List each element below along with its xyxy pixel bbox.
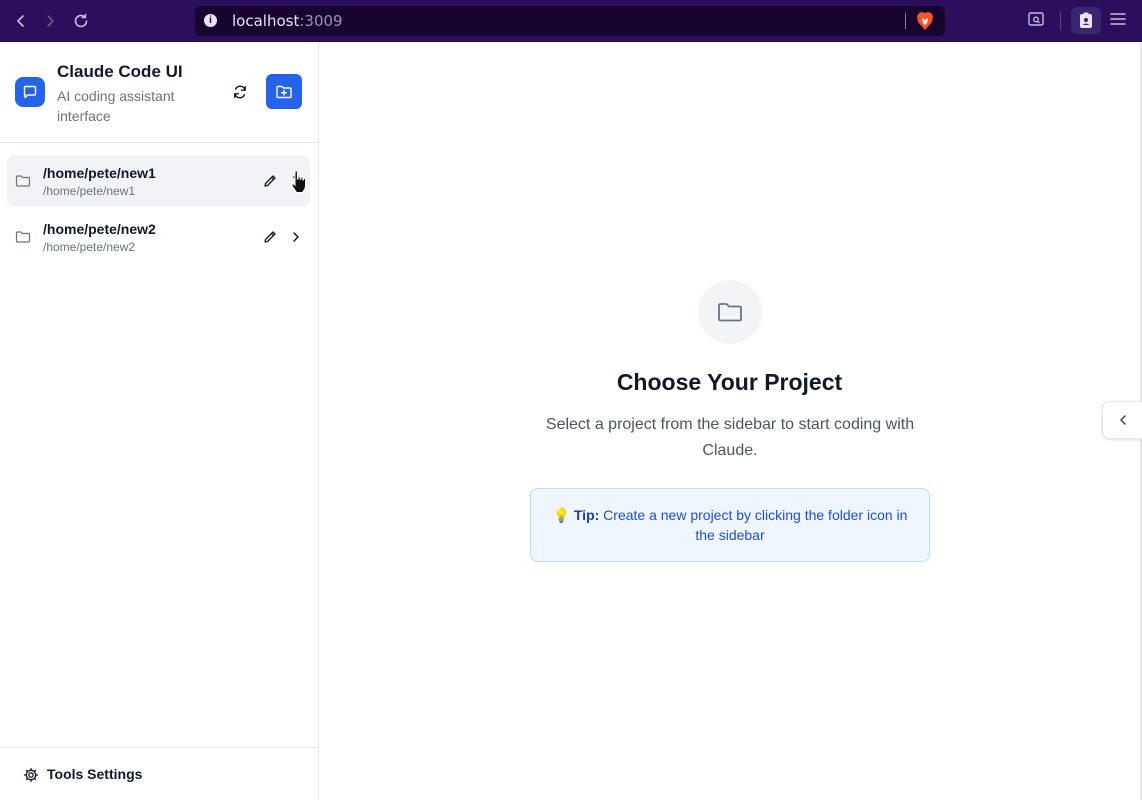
screenshot-icon[interactable]	[1026, 9, 1046, 34]
app-subtitle: AI coding assistant interface	[57, 88, 175, 124]
chevron-right-icon[interactable]	[288, 229, 304, 245]
wallet-icon[interactable]	[1071, 7, 1101, 34]
tools-settings-label: Tools Settings	[47, 766, 143, 782]
project-path: /home/pete/new2	[43, 240, 136, 254]
brave-lion-icon[interactable]	[916, 11, 934, 36]
address-bar[interactable]: i localhost:3009	[195, 6, 945, 36]
folder-icon	[15, 173, 31, 194]
folder-icon	[698, 280, 762, 344]
project-path: /home/pete/new1	[43, 184, 136, 198]
tools-settings-button[interactable]: Tools Settings	[0, 747, 318, 800]
main-content: Choose Your Project Select a project fro…	[319, 42, 1140, 800]
refresh-icon	[234, 85, 246, 99]
info-icon[interactable]: i	[204, 14, 217, 27]
url-text[interactable]: localhost:3009	[232, 12, 343, 30]
toolbar-divider	[1060, 12, 1061, 30]
reload-icon[interactable]	[69, 9, 93, 33]
url-divider	[905, 13, 906, 29]
folder-plus-icon	[276, 85, 292, 98]
project-name: /home/pete/new2	[43, 221, 156, 237]
refresh-projects-button[interactable]	[226, 78, 254, 106]
sidebar: Claude Code UI AI coding assistant inter…	[0, 42, 319, 800]
tip-box: 💡 Tip: Create a new project by clicking …	[530, 488, 930, 562]
app-title: Claude Code UI	[57, 62, 183, 81]
folder-icon	[15, 229, 31, 250]
page-title: Choose Your Project	[616, 369, 843, 395]
hand-cursor-icon	[289, 170, 309, 199]
forward-icon[interactable]	[38, 9, 62, 33]
project-name: /home/pete/new1	[43, 165, 156, 181]
chevron-left-icon	[1119, 415, 1126, 425]
browser-toolbar: i localhost:3009	[0, 0, 1142, 42]
sidebar-header: Claude Code UI AI coding assistant inter…	[0, 42, 318, 143]
project-item[interactable]: /home/pete/new1 /home/pete/new1	[7, 155, 310, 207]
back-icon[interactable]	[9, 9, 33, 33]
project-item[interactable]: /home/pete/new2 /home/pete/new2	[7, 211, 310, 263]
edit-pencil-icon[interactable]	[262, 173, 278, 189]
page-description: Select a project from the sidebar to sta…	[545, 416, 915, 459]
collapse-panel-button[interactable]	[1102, 401, 1142, 439]
new-project-button[interactable]	[266, 74, 302, 109]
edit-pencil-icon[interactable]	[262, 229, 278, 245]
chat-bubble-icon	[15, 77, 45, 107]
gear-icon	[23, 767, 39, 788]
tip-label: Tip:	[573, 507, 600, 523]
tip-text: Create a new project by clicking the fol…	[603, 507, 908, 543]
menu-icon[interactable]	[1108, 9, 1128, 34]
lightbulb-icon: 💡	[552, 507, 570, 523]
